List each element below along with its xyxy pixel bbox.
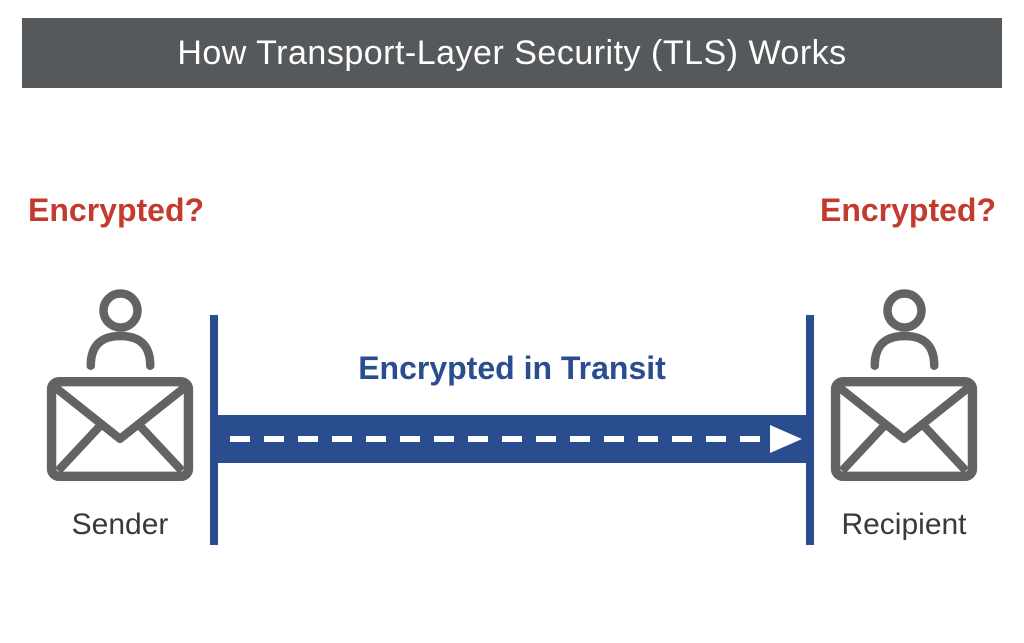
person-icon	[862, 285, 947, 370]
encrypted-label-sender: Encrypted?	[28, 192, 204, 229]
encrypted-label-recipient: Encrypted?	[820, 192, 996, 229]
envelope-icon	[829, 375, 979, 483]
person-icon	[78, 285, 163, 370]
recipient-group: Recipient	[824, 285, 984, 542]
title-bar: How Transport-Layer Security (TLS) Works	[22, 18, 1002, 88]
recipient-label: Recipient	[841, 508, 966, 542]
envelope-icon	[45, 375, 195, 483]
sender-label: Sender	[72, 508, 169, 542]
page-title: How Transport-Layer Security (TLS) Works	[177, 34, 846, 73]
transit-arrow-icon	[210, 315, 814, 545]
transit-area: Encrypted in Transit	[210, 315, 814, 545]
sender-group: Sender	[40, 285, 200, 542]
